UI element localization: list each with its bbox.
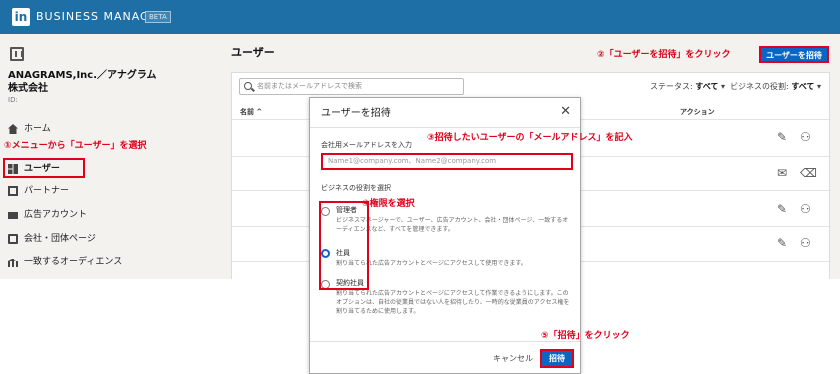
- search-placeholder: 名前またはメールアドレスで検索: [257, 82, 362, 90]
- highlight-users-nav: [3, 158, 85, 178]
- role-desc-employee: 割り当てられた広告アカウントとページにアクセスして使用できます。: [336, 260, 527, 267]
- close-icon[interactable]: ✕: [560, 105, 571, 118]
- role-desc-admin: ビジネスマネージャーで、ユーザー、広告アカウント、会社・団体ページ、一致するオー…: [336, 217, 569, 233]
- sidebar-item-label: 一致するオーディエンス: [24, 257, 123, 267]
- remove-user-icon[interactable]: ⚇: [800, 203, 811, 215]
- home-icon: [8, 124, 18, 134]
- search-input[interactable]: 名前またはメールアドレスで検索: [239, 78, 464, 95]
- sidebar-item-company-pages[interactable]: 会社・団体ページ: [8, 232, 96, 246]
- mail-icon[interactable]: ✉: [777, 167, 787, 179]
- sidebar-item-label: パートナー: [24, 186, 70, 196]
- company-icon: [10, 47, 24, 61]
- column-header-name[interactable]: 名前 ^: [240, 108, 262, 117]
- role-filter-label: ビジネスの役割:: [730, 82, 789, 91]
- role-label: ビジネスの役割を選択: [321, 184, 391, 192]
- sidebar-item-label: ホーム: [24, 124, 51, 134]
- sidebar-item-ad-accounts[interactable]: 広告アカウント: [8, 208, 87, 222]
- company-page-icon: [8, 234, 18, 244]
- search-icon: [244, 82, 252, 90]
- trash-icon[interactable]: ⌫: [800, 167, 817, 179]
- edit-icon[interactable]: ✎: [777, 131, 787, 143]
- edit-icon[interactable]: ✎: [777, 203, 787, 215]
- role-desc-contractor: 割り当てられた広告アカウントとページにアクセスして作業できるようにします。このオ…: [336, 290, 570, 315]
- filters: ステータス: すべて ▾ ビジネスの役割: すべて ▾: [650, 82, 821, 91]
- email-field[interactable]: Name1@company.com、Name2@company.com: [321, 153, 573, 170]
- remove-user-icon[interactable]: ⚇: [800, 237, 811, 249]
- annotation-step5: ⑤「招待」をクリック: [541, 331, 630, 341]
- modal-divider: [310, 341, 580, 342]
- status-filter-label: ステータス:: [650, 82, 693, 91]
- edit-icon[interactable]: ✎: [777, 237, 787, 249]
- top-bar: in BUSINESS MANAGER BETA: [0, 0, 840, 34]
- cancel-button[interactable]: キャンセル: [493, 354, 533, 364]
- modal-divider: [310, 127, 580, 128]
- company-name: ANAGRAMS,Inc.／アナグラム株式会社: [8, 70, 157, 94]
- partner-icon: [8, 186, 18, 196]
- sidebar-item-home[interactable]: ホーム: [8, 122, 51, 136]
- sidebar-item-audiences[interactable]: 一致するオーディエンス: [8, 255, 122, 269]
- highlight-roles: [319, 201, 369, 290]
- annotation-step1: ①メニューから「ユーザー」を選択: [4, 141, 147, 151]
- sidebar-item-partners[interactable]: パートナー: [8, 184, 69, 198]
- beta-badge: BETA: [145, 11, 171, 23]
- column-header-action: アクション: [680, 108, 715, 116]
- ad-account-icon: [8, 212, 18, 219]
- invite-button[interactable]: 招待: [540, 349, 574, 368]
- status-filter[interactable]: すべて: [695, 82, 718, 91]
- modal-title: ユーザーを招待: [321, 108, 391, 119]
- sidebar-item-label: 広告アカウント: [24, 210, 88, 220]
- linkedin-logo[interactable]: in: [12, 8, 30, 26]
- annotation-step2: ②「ユーザーを招待」をクリック: [597, 50, 731, 60]
- email-label: 会社用メールアドレスを入力: [321, 141, 412, 149]
- annotation-step4: ④権限を選択: [362, 199, 415, 209]
- remove-user-icon[interactable]: ⚇: [800, 131, 811, 143]
- annotation-step3: ③招待したいユーザーの「メールアドレス」を記入: [427, 133, 633, 143]
- page-title: ユーザー: [231, 46, 275, 59]
- audience-icon: [8, 259, 18, 267]
- company-id: ID:: [8, 96, 18, 104]
- role-filter[interactable]: すべて: [791, 82, 814, 91]
- sidebar-item-label: 会社・団体ページ: [24, 234, 96, 244]
- invite-user-button[interactable]: ユーザーを招待: [759, 46, 829, 63]
